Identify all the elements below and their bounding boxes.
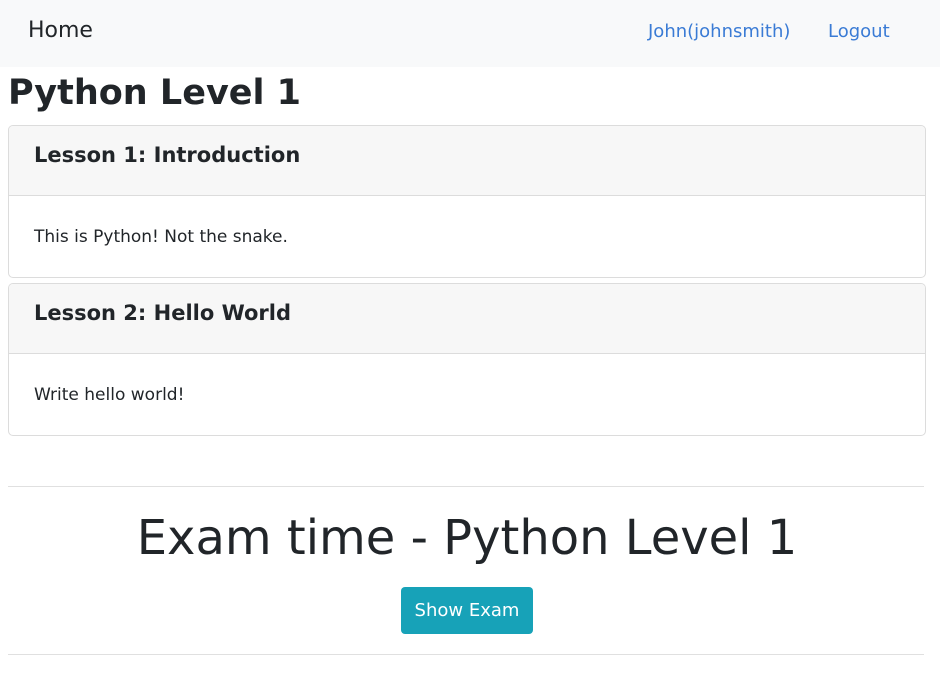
lesson-body: Write hello world!: [34, 385, 185, 405]
show-exam-button[interactable]: Show Exam: [401, 587, 533, 634]
lesson-card: Lesson 2: Hello World Write hello world!: [8, 283, 926, 436]
lesson-title: Lesson 1: Introduction: [9, 126, 925, 196]
page-title: Python Level 1: [8, 73, 302, 113]
exam-title: Exam time - Python Level 1: [136, 510, 798, 566]
divider: [8, 654, 924, 655]
lesson-title: Lesson 2: Hello World: [9, 284, 925, 354]
user-profile-link[interactable]: John(johnsmith): [648, 21, 790, 42]
lesson-card: Lesson 1: Introduction This is Python! N…: [8, 125, 926, 278]
top-navbar: Home John(johnsmith) Logout: [0, 0, 940, 67]
logout-link[interactable]: Logout: [828, 21, 890, 42]
home-link[interactable]: Home: [28, 18, 93, 43]
lesson-body: This is Python! Not the snake.: [34, 227, 288, 247]
divider: [8, 486, 924, 487]
